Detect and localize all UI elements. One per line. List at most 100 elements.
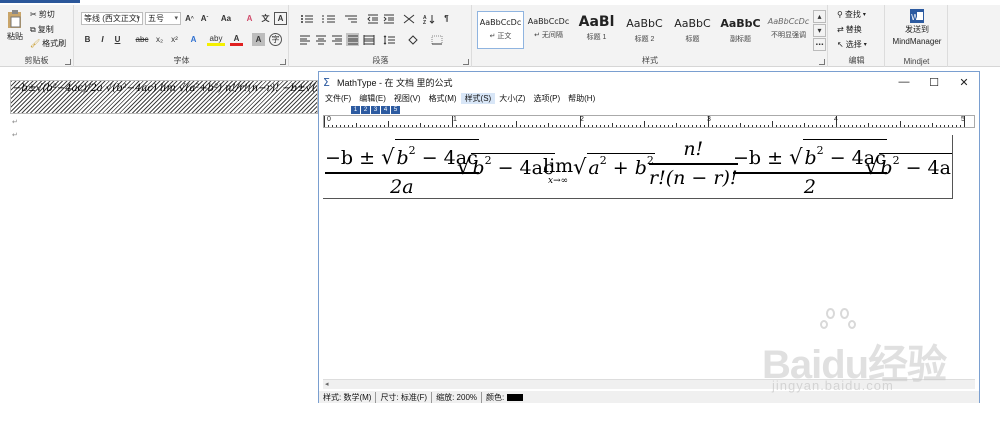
grow-font-button[interactable]: A ^: [183, 12, 196, 25]
menu-file[interactable]: 文件(F): [321, 93, 355, 104]
show-marks-button[interactable]: ¶: [440, 12, 453, 25]
change-case-button[interactable]: Aa: [217, 12, 235, 25]
align-right-button[interactable]: [330, 33, 343, 46]
menu-format[interactable]: 格式(M): [425, 93, 461, 104]
italic-button[interactable]: I: [96, 33, 109, 46]
scroll-left-icon[interactable]: ◂: [325, 380, 329, 388]
font-launcher[interactable]: [280, 59, 286, 65]
tab-2-icon[interactable]: 2: [361, 106, 370, 114]
ruler-tick: [412, 125, 413, 127]
sort-button[interactable]: AZ: [422, 12, 435, 25]
highlight-button[interactable]: aby: [207, 33, 225, 46]
style-heading-2[interactable]: AaBbC 标题 2: [621, 11, 668, 49]
clipboard-group-label: 剪贴板: [24, 56, 49, 65]
document-equation-text: −b±√(b²−4ac)/2a √(b²−4ac) lim √(a²+b²) n…: [13, 83, 317, 94]
underline-button[interactable]: U: [111, 33, 124, 46]
mathtype-ruler[interactable]: 0 1 2 3 4 5: [323, 115, 975, 128]
tab-4-icon[interactable]: 4: [381, 106, 390, 114]
styles-more-button[interactable]: ⋯: [813, 38, 826, 51]
ruler-tick: [472, 125, 473, 127]
ruler-tick: [624, 125, 625, 127]
ruler-tick: [488, 125, 489, 127]
justify-button[interactable]: [346, 33, 359, 46]
svg-text:W: W: [911, 13, 919, 22]
phonetic-guide-button[interactable]: 文: [259, 12, 272, 25]
style-normal[interactable]: AaBbCcDc ↵ 正文: [477, 11, 524, 49]
cut-button[interactable]: ✂ 剪切: [30, 9, 55, 20]
bullets-button[interactable]: [298, 12, 316, 25]
ruler-tick: [492, 125, 493, 127]
ruler-tick: [348, 125, 349, 127]
tab-5-icon[interactable]: 5: [391, 106, 400, 114]
clear-formatting-button[interactable]: A: [243, 12, 256, 25]
ruler-tick: [796, 125, 797, 127]
close-button[interactable]: ✕: [949, 72, 979, 92]
style-heading-1[interactable]: AaBl 标题 1: [573, 11, 620, 49]
paste-button[interactable]: 粘贴: [4, 9, 26, 42]
enclose-characters-button[interactable]: 字: [269, 33, 282, 46]
styles-launcher[interactable]: [819, 59, 825, 65]
font-color-button[interactable]: A: [230, 33, 243, 46]
ruler-tick: [884, 125, 885, 127]
ruler-tick: [948, 125, 949, 127]
style-title[interactable]: AaBbC 标题: [669, 11, 716, 49]
multilevel-list-button[interactable]: [342, 12, 360, 25]
styles-scroll-up-button[interactable]: ▴: [813, 10, 826, 23]
increase-indent-button[interactable]: [382, 12, 395, 25]
ruler-tick: [544, 125, 545, 127]
menu-style[interactable]: 样式(S): [460, 93, 496, 104]
menu-size[interactable]: 大小(Z): [495, 93, 529, 104]
tab-1-icon[interactable]: 1: [351, 106, 360, 114]
find-button[interactable]: ⚲ 查找 ▾: [837, 9, 866, 20]
chinese-layout-button[interactable]: [402, 12, 415, 25]
align-center-button[interactable]: [314, 33, 327, 46]
clipboard-launcher[interactable]: [65, 59, 71, 65]
shrink-font-button[interactable]: Aˇ: [198, 12, 211, 25]
subscript-button[interactable]: x₂: [153, 33, 166, 46]
send-to-mindmanager-button[interactable]: W 发送到 MindManager: [890, 9, 944, 47]
style-subtle-emphasis[interactable]: AaBbCcDc 不明显强调: [765, 11, 812, 49]
menu-options[interactable]: 选项(P): [529, 93, 564, 104]
menu-view[interactable]: 视图(V): [390, 93, 425, 104]
align-left-button[interactable]: [298, 33, 311, 46]
select-button[interactable]: ↖ 选择 ▾: [837, 39, 867, 50]
maximize-icon: ☐: [929, 76, 939, 89]
text-effects-button[interactable]: A: [187, 33, 200, 46]
style-no-spacing[interactable]: AaBbCcDc ↵ 无间隔: [525, 11, 572, 49]
menu-edit[interactable]: 编辑(E): [355, 93, 390, 104]
minimize-button[interactable]: —: [889, 72, 919, 92]
strikethrough-button[interactable]: abc: [133, 33, 151, 46]
style-subtitle[interactable]: AaBbC 副标题: [717, 11, 764, 49]
ruler-tick: [772, 121, 773, 127]
document-equation-object[interactable]: −b±√(b²−4ac)/2a √(b²−4ac) lim √(a²+b²) n…: [10, 80, 318, 114]
tab-3-icon[interactable]: 3: [371, 106, 380, 114]
ruler-label: 2: [580, 116, 584, 123]
shading-button[interactable]: [406, 33, 419, 46]
menu-help[interactable]: 帮助(H): [564, 93, 599, 104]
distributed-icon: [363, 34, 374, 45]
distributed-button[interactable]: [362, 33, 375, 46]
ruler-tick: [660, 125, 661, 127]
status-color: 颜色:: [482, 392, 527, 403]
ruler-tick: [652, 125, 653, 127]
status-zoom: 缩放: 200%: [432, 391, 483, 403]
copy-button[interactable]: ⧉ 复制: [30, 24, 54, 35]
equation-area[interactable]: −b ± √ b2 − 4ac 2a √ b2 − 4ac lim x→∞ √ a2 …: [323, 135, 953, 199]
styles-scroll-down-button[interactable]: ▾: [813, 24, 826, 37]
character-border-button[interactable]: A: [274, 12, 287, 25]
replace-button[interactable]: ⇄ 替换: [837, 24, 862, 35]
bold-button[interactable]: B: [81, 33, 94, 46]
font-name-select[interactable]: 等线 (西文正文) ▾: [81, 12, 143, 25]
format-painter-button[interactable]: 🖌 格式刷: [30, 38, 66, 49]
maximize-button[interactable]: ☐: [919, 72, 949, 92]
numbering-button[interactable]: [320, 12, 338, 25]
borders-button[interactable]: [430, 33, 443, 46]
line-spacing-button[interactable]: [382, 33, 395, 46]
superscript-button[interactable]: x²: [168, 33, 181, 46]
ruler-tick: [496, 125, 497, 127]
decrease-indent-button[interactable]: [366, 12, 379, 25]
font-size-select[interactable]: 五号 ▾: [145, 12, 181, 25]
paragraph-launcher[interactable]: [463, 59, 469, 65]
minimize-icon: —: [898, 76, 910, 88]
character-shading-button[interactable]: A: [252, 33, 265, 46]
